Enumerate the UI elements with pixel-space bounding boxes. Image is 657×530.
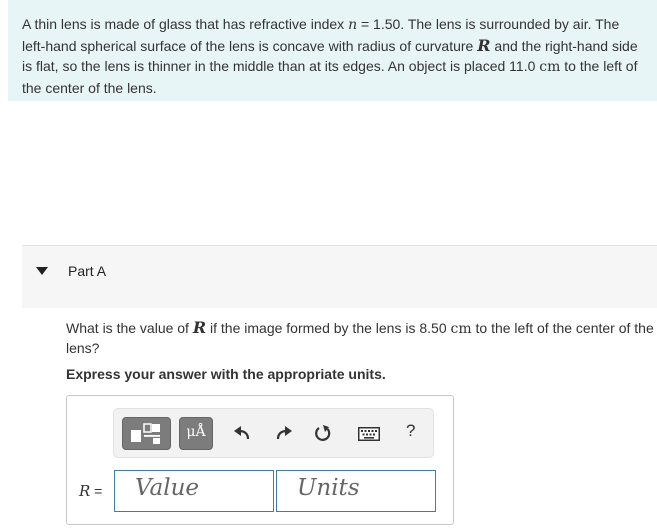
templates-button[interactable]	[122, 417, 171, 450]
keyboard-icon[interactable]	[357, 423, 381, 445]
unit-cm: cm	[539, 59, 561, 75]
question-segment: What is the value of	[66, 320, 193, 336]
reset-icon[interactable]	[312, 423, 334, 445]
unit-cm: cm	[450, 321, 472, 337]
units-symbol: μÅ	[186, 424, 206, 440]
math-toolbar: μÅ ?	[113, 408, 434, 458]
equals-sign: =	[90, 483, 103, 499]
collapse-triangle-icon[interactable]	[36, 267, 48, 275]
variable-R: R	[79, 482, 91, 500]
part-title: Part A	[68, 263, 107, 279]
problem-statement: A thin lens is made of glass that has re…	[8, 0, 657, 101]
answer-instruction: Express your answer with the appropriate…	[66, 366, 386, 382]
part-a-header[interactable]: Part A	[22, 245, 657, 308]
redo-icon[interactable]	[273, 423, 295, 445]
undo-icon[interactable]	[231, 423, 253, 445]
problem-text: A thin lens is made of glass that has re…	[22, 16, 349, 32]
variable-R: R	[477, 35, 491, 55]
variable-R: R	[192, 318, 207, 337]
question-text: What is the value of R if the image form…	[66, 318, 657, 358]
templates-icon	[131, 423, 160, 444]
help-button[interactable]: ?	[406, 421, 415, 441]
units-button[interactable]: μÅ	[179, 417, 213, 450]
value-input[interactable]: Value	[114, 470, 274, 512]
units-input[interactable]: Units	[276, 470, 436, 512]
variable-n: n	[348, 17, 358, 33]
answer-variable-label: R =	[79, 482, 102, 500]
question-segment: if the image formed by the lens is 8.50	[206, 320, 451, 336]
answer-box: μÅ ? R = Value Units	[66, 395, 454, 525]
